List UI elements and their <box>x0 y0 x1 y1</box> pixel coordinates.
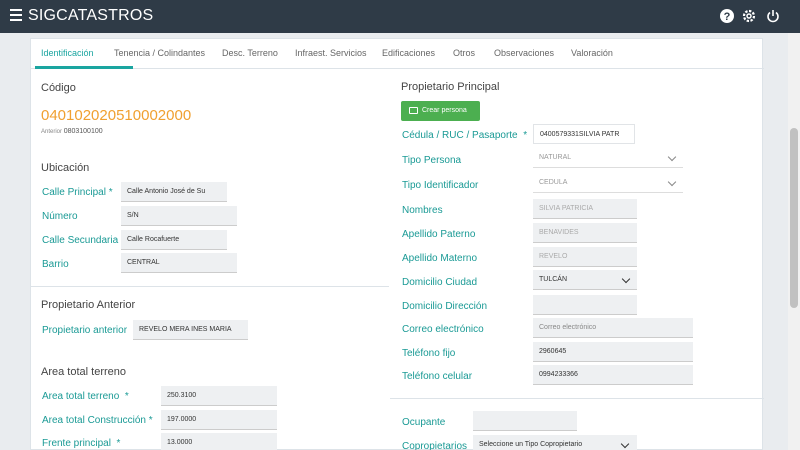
ocupante-input[interactable] <box>473 411 577 431</box>
gear-icon[interactable] <box>741 8 757 24</box>
area-construccion-label: Area total Construcción * <box>42 415 153 426</box>
calle-principal-label: Calle Principal * <box>42 187 113 198</box>
area-terreno-input[interactable]: 250.3100 <box>161 386 277 406</box>
section-divider <box>390 398 764 399</box>
tipo-persona-select[interactable]: NATURAL <box>533 148 683 168</box>
calle-secundaria-label: Calle Secundaria <box>42 235 119 246</box>
domicilio-ciudad-label: Domicilio Ciudad <box>402 277 478 288</box>
crear-persona-button[interactable]: Crear persona <box>401 101 480 121</box>
copropietarios-select[interactable]: Seleccione un Tipo Copropietario <box>473 435 637 450</box>
anterior-prefix: Anterior <box>41 129 63 135</box>
propietario-anterior-input[interactable]: REVELO MERA INES MARIA <box>133 320 248 340</box>
help-icon[interactable]: ? <box>719 8 735 24</box>
tab-tenencia-colindantes[interactable]: Tenencia / Colindantes <box>114 48 205 58</box>
barrio-label: Barrio <box>42 259 69 270</box>
correo-input[interactable]: Correo electrónico <box>533 318 693 338</box>
codigo-anterior: Anterior 0803100100 <box>41 128 103 135</box>
app-title: SIGCATASTROS <box>28 7 154 24</box>
correo-label: Correo electrónico <box>402 324 484 335</box>
telefono-fijo-input[interactable]: 2960645 <box>533 342 693 362</box>
tab-desc-terreno[interactable]: Desc. Terreno <box>222 48 278 58</box>
numero-label: Número <box>42 211 78 222</box>
telefono-fijo-label: Teléfono fijo <box>402 348 456 359</box>
nombres-label: Nombres <box>402 205 443 216</box>
codigo-title: Código <box>41 82 76 94</box>
tipo-identificador-label: Tipo Identificador <box>402 180 479 191</box>
propietario-anterior-title: Propietario Anterior <box>41 299 136 311</box>
ubicacion-title: Ubicación <box>41 162 90 174</box>
area-construccion-input[interactable]: 197.0000 <box>161 410 277 430</box>
area-terreno-label: Area total terreno * <box>42 391 129 402</box>
nombres-input[interactable]: SILVIA PATRICIA <box>533 199 637 219</box>
tab-valoracion[interactable]: Valoración <box>571 48 613 58</box>
tab-infraest-servicios[interactable]: Infraest. Servicios <box>295 48 367 58</box>
domicilio-ciudad-select[interactable]: TULCÁN <box>533 270 637 290</box>
cedula-label: Cédula / RUC / Pasaporte * <box>402 130 528 141</box>
active-tab-indicator <box>35 66 133 69</box>
power-icon[interactable] <box>765 8 781 24</box>
apellido-materno-label: Apellido Materno <box>402 253 478 264</box>
calle-secundaria-input[interactable]: Calle Rocafuerte <box>121 230 227 250</box>
copropietarios-label: Copropietarios <box>402 441 468 450</box>
content-card: Identificación Tenencia / Colindantes De… <box>30 38 764 450</box>
tab-identificacion[interactable]: Identificación <box>41 48 94 58</box>
telefono-celular-input[interactable]: 0994233366 <box>533 365 693 385</box>
propietario-principal-title: Propietario Principal <box>401 81 500 93</box>
tipo-persona-label: Tipo Persona <box>402 155 462 166</box>
frente-principal-label: Frente principal * <box>42 438 121 449</box>
cedula-input[interactable]: 0400579331SILVIA PATR <box>533 124 635 144</box>
anterior-value: 0803100100 <box>63 128 103 135</box>
tab-observaciones[interactable]: Observaciones <box>494 48 554 58</box>
svg-text:?: ? <box>724 11 731 23</box>
page-scrollbar[interactable] <box>788 33 800 450</box>
tab-bar: Identificación Tenencia / Colindantes De… <box>31 39 764 69</box>
propietario-anterior-label: Propietario anterior <box>42 325 128 336</box>
numero-input[interactable]: S/N <box>121 206 237 226</box>
ocupante-label: Ocupante <box>402 417 446 428</box>
domicilio-direccion-label: Domicilio Dirección <box>402 301 488 312</box>
apellido-paterno-label: Apellido Paterno <box>402 229 476 240</box>
tipo-identificador-select[interactable]: CEDULA <box>533 173 683 193</box>
apellido-materno-input[interactable]: REVELO <box>533 247 637 267</box>
apellido-paterno-input[interactable]: BENAVIDES <box>533 223 637 243</box>
barrio-input[interactable]: CENTRAL <box>121 253 237 273</box>
top-bar: SIGCATASTROS ? <box>0 0 800 33</box>
frente-principal-input[interactable]: 13.0000 <box>161 433 277 450</box>
section-divider <box>31 286 389 287</box>
calle-principal-input[interactable]: Calle Antonio José de Su <box>121 182 227 202</box>
scrollbar-thumb[interactable] <box>790 128 798 308</box>
area-total-title: Area total terreno <box>41 366 126 378</box>
telefono-celular-label: Teléfono celular <box>402 371 473 382</box>
tab-edificaciones[interactable]: Edificaciones <box>382 48 435 58</box>
tab-otros[interactable]: Otros <box>453 48 475 58</box>
id-card-icon <box>409 107 418 114</box>
codigo-value: 040102020510002000 <box>41 107 192 124</box>
hamburger-menu-icon[interactable] <box>10 9 22 23</box>
domicilio-direccion-input[interactable] <box>533 295 637 315</box>
